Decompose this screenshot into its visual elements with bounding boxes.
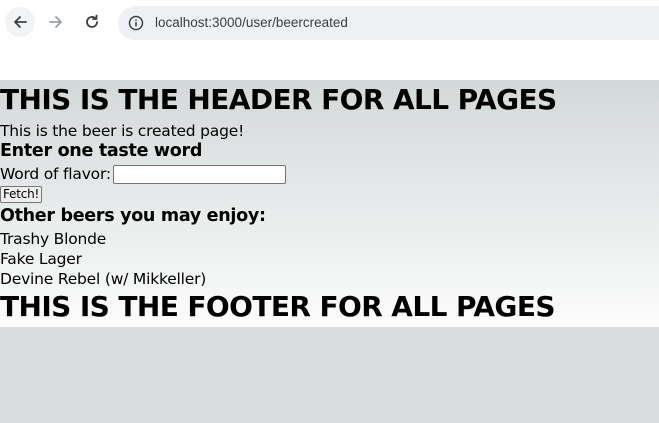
- address-bar[interactable]: localhost:3000/user/beercreated: [118, 6, 659, 40]
- flavor-label: Word of flavor:: [0, 165, 111, 183]
- page-footer: THIS IS THE FOOTER FOR ALL PAGES: [0, 290, 556, 323]
- page-content: THIS IS THE HEADER FOR ALL PAGES This is…: [0, 80, 659, 327]
- taste-heading: Enter one taste word: [0, 141, 203, 161]
- reload-icon: [86, 14, 98, 28]
- beer-list-item: Fake Lager: [0, 250, 82, 268]
- arrow-right-icon: [49, 16, 62, 28]
- fetch-button[interactable]: Fetch!: [0, 186, 43, 203]
- site-info-icon[interactable]: [128, 15, 144, 31]
- reload-button[interactable]: [77, 7, 107, 37]
- back-button[interactable]: [5, 7, 35, 37]
- arrow-left-icon: [14, 16, 27, 28]
- beer-list-item: Devine Rebel (w/ Mikkeller): [0, 270, 207, 288]
- flavor-input[interactable]: [113, 165, 286, 184]
- forward-button[interactable]: [41, 7, 71, 37]
- url-text: localhost:3000/user/beercreated: [155, 15, 348, 30]
- beer-list-item: Trashy Blonde: [0, 230, 107, 248]
- page-header: THIS IS THE HEADER FOR ALL PAGES: [0, 83, 557, 116]
- browser-toolbar: localhost:3000/user/beercreated: [0, 0, 659, 46]
- page-viewport: THIS IS THE HEADER FOR ALL PAGES This is…: [0, 80, 659, 423]
- recommend-heading: Other beers you may enjoy:: [0, 206, 266, 226]
- intro-text: This is the beer is created page!: [0, 122, 245, 140]
